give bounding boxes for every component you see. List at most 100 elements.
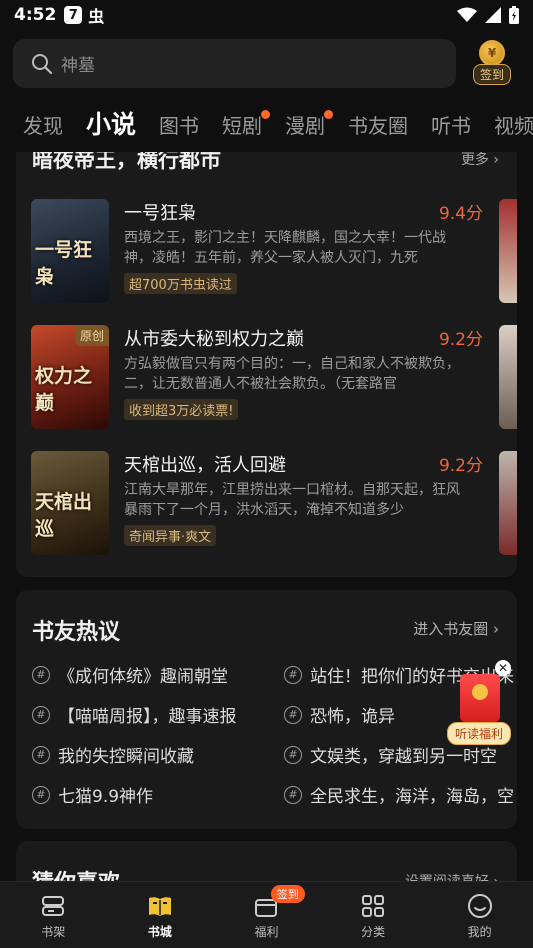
topic-item[interactable]: # 恐怖，诡异	[284, 702, 395, 727]
nav-label: 书架	[41, 925, 66, 939]
red-packet-icon	[460, 674, 500, 722]
hashtag-icon: #	[32, 745, 50, 764]
book-description: 江南大旱那年，江里捞出来一口棺材。自那天起，狂风暴雨下了一个月，洪水滔天，淹掉不…	[124, 482, 460, 518]
hot-discussion-section: 书友热议 进入书友圈 › # 《成何体统》趣闹朝堂 # 站住！把你们的好书交出来 #…	[16, 590, 517, 829]
section-title: 书友热议	[32, 620, 121, 645]
wifi-icon	[457, 7, 477, 22]
nav-category[interactable]: 分类	[320, 882, 427, 948]
cover-title: 天棺出巡	[35, 491, 93, 540]
hashtag-icon: #	[284, 705, 302, 724]
book-title: 从市委大秘到权力之巅	[124, 329, 304, 350]
nav-label: 书城	[147, 925, 172, 939]
next-book-cover[interactable]	[499, 199, 517, 303]
tab-label: 短剧	[222, 114, 263, 138]
tab-short-drama[interactable]: 短剧	[222, 110, 271, 152]
cover-title: 权力之巅	[35, 365, 93, 414]
book-item[interactable]: 一号狂枭 一号狂枭 9.4分 西境之王，影门之主！天降麒麟，国之大幸！一代战神，…	[31, 199, 491, 303]
book-title: 一号狂枭	[124, 203, 196, 224]
status-bar: 4:52 7 虫	[0, 0, 533, 30]
hashtag-icon: #	[284, 665, 302, 684]
topic-label: 七猫9.9神作	[58, 787, 154, 807]
book-badge: 奇闻异事·爽文	[124, 525, 217, 546]
nav-label: 福利	[254, 925, 279, 939]
book-item[interactable]: 原创 权力之巅 从市委大秘到权力之巅 9.2分 方弘毅做官只有两个目的：一，自己…	[31, 325, 491, 429]
book-cover: 一号狂枭	[31, 199, 109, 303]
topic-label: 【喵喵周报】，趣事速报	[58, 707, 237, 727]
cover-title: 一号狂枭	[35, 239, 93, 288]
topic-item[interactable]: # 七猫9.9神作	[32, 782, 153, 807]
bookshelf-icon	[42, 896, 65, 916]
tab-label: 发现	[23, 114, 63, 138]
reward-label: 听读福利	[447, 722, 511, 745]
bookstore-icon	[148, 897, 171, 916]
nav-bookshelf[interactable]: 书架	[0, 882, 107, 948]
book-title: 天棺出巡，活人回避	[124, 455, 286, 476]
hashtag-icon: #	[32, 705, 50, 724]
search-icon	[32, 53, 53, 74]
book-cover: 天棺出巡	[31, 451, 109, 555]
section-title: 暗夜帝王，横行都市	[32, 152, 221, 172]
topic-item[interactable]: # 《成何体统》趣闹朝堂	[32, 662, 228, 687]
cover-tag: 原创	[74, 325, 109, 346]
new-dot	[324, 110, 334, 119]
hashtag-icon: #	[32, 785, 50, 804]
topic-label: 恐怖，诡异	[310, 707, 395, 727]
next-book-cover[interactable]	[499, 451, 517, 555]
category-icon	[362, 895, 385, 917]
tab-label: 图书	[159, 114, 200, 138]
book-badge: 超700万书虫读过	[124, 273, 237, 294]
book-description: 西境之王，影门之主！天降麒麟，国之大幸！一代战神，凌皓！五年前，养父一家人被人灭…	[124, 230, 446, 266]
search-placeholder: 神墓	[61, 56, 95, 76]
hashtag-icon: #	[284, 745, 302, 764]
hashtag-icon: #	[284, 785, 302, 804]
tab-video[interactable]: 视频	[494, 110, 533, 152]
nav-label: 我的	[467, 925, 492, 939]
enter-book-circle-link[interactable]: 进入书友圈 ›	[413, 618, 499, 639]
topic-item[interactable]: # 我的失控瞬间收藏	[32, 742, 194, 767]
tab-label: 听书	[431, 114, 472, 138]
signin-label: 签到	[472, 64, 511, 85]
nav-bookstore[interactable]: 书城	[107, 882, 214, 948]
audiobook-reward-float[interactable]: ✕ 听读福利	[447, 660, 513, 746]
more-link[interactable]: 更多 ›	[461, 152, 499, 169]
nav-profile[interactable]: 我的	[426, 882, 533, 948]
tab-book-circle[interactable]: 书友圈	[348, 110, 408, 152]
book-item[interactable]: 天棺出巡 天棺出巡，活人回避 9.2分 江南大旱那年，江里捞出来一口棺材。自那天…	[31, 451, 491, 555]
category-tabs: 发现 小说 图书 短剧 漫剧 书友圈 听书 视频	[0, 100, 533, 152]
battery-icon	[509, 6, 519, 24]
book-cover: 原创 权力之巅	[31, 325, 109, 429]
tab-label: 视频	[494, 114, 533, 138]
book-list-section: 暗夜帝王，横行都市 更多 › 一号狂枭 一号狂枭 9.4分 西境之王，影门之主！…	[16, 152, 517, 577]
app-notification-icon: 7	[64, 6, 83, 24]
book-score: 9.2分	[438, 330, 483, 350]
tab-novel[interactable]: 小说	[86, 105, 136, 152]
tab-label: 小说	[86, 110, 137, 139]
topic-label: 全民求生，海洋，海岛，空	[310, 787, 514, 807]
profile-icon	[467, 894, 492, 918]
topic-item[interactable]: # 【喵喵周报】，趣事速报	[32, 702, 237, 727]
tab-label: 书友圈	[348, 114, 409, 138]
app-notification-icon-2: 虫	[88, 7, 105, 26]
signin-button[interactable]: ¥ 签到	[470, 40, 514, 86]
nav-label: 分类	[361, 925, 386, 939]
topic-label: 《成何体统》趣闹朝堂	[58, 667, 228, 687]
book-description: 方弘毅做官只有两个目的：一，自己和家人不被欺负，二，让无数普通人不被社会欺负。（…	[124, 356, 460, 392]
tab-comic-drama[interactable]: 漫剧	[285, 110, 334, 152]
new-dot	[261, 110, 271, 119]
book-score: 9.2分	[438, 456, 483, 476]
topic-label: 我的失控瞬间收藏	[58, 747, 194, 767]
nav-welfare[interactable]: 福利 签到	[213, 882, 320, 948]
book-badge: 收到超3万必读票!	[124, 399, 239, 420]
next-book-cover[interactable]	[499, 325, 517, 429]
tab-books[interactable]: 图书	[159, 110, 199, 152]
search-bar[interactable]: 神墓	[13, 39, 456, 88]
tab-audiobook[interactable]: 听书	[431, 110, 471, 152]
book-score: 9.4分	[438, 204, 483, 224]
close-icon[interactable]: ✕	[495, 660, 511, 676]
bottom-navigation: 书架 书城 福利 签到 分类 我的	[0, 881, 533, 948]
coin-icon: ¥	[479, 40, 505, 66]
topic-item[interactable]: # 全民求生，海洋，海岛，空	[284, 782, 514, 807]
tab-discover[interactable]: 发现	[23, 110, 63, 152]
signin-badge: 签到	[270, 885, 305, 903]
signal-icon	[485, 7, 501, 23]
